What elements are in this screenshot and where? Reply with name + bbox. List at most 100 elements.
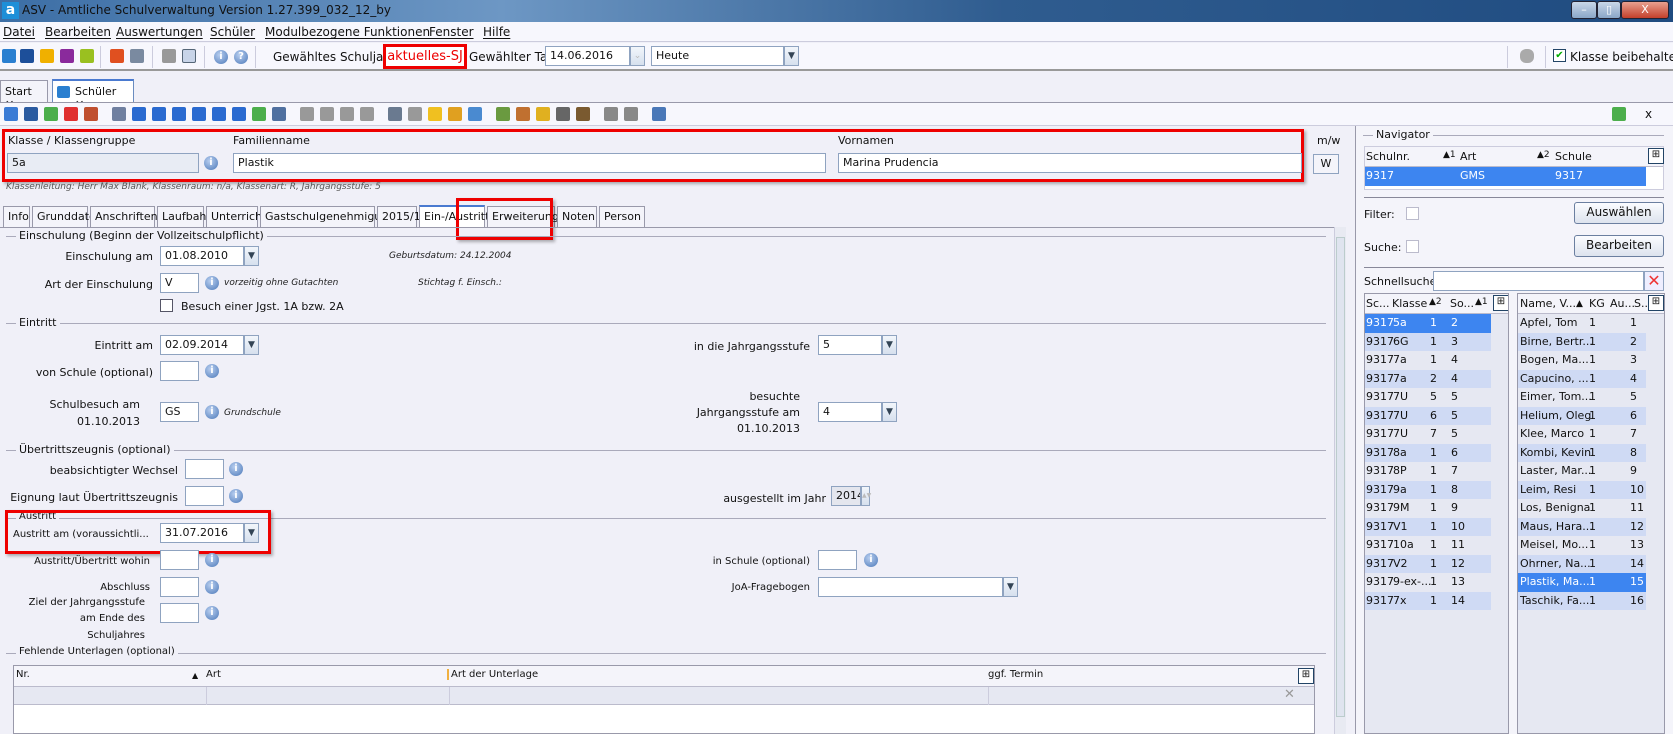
list-item[interactable]: 9317 5a 1 2	[1365, 314, 1491, 333]
calculator-icon[interactable]	[130, 49, 144, 63]
filter-row[interactable]: ✕	[14, 687, 1314, 705]
menu-bearbeiten[interactable]: Bearbeiten	[45, 25, 111, 39]
auswaehlen-button[interactable]: Auswählen	[1574, 202, 1664, 224]
list-item[interactable]: 9317 V2 1 12	[1365, 554, 1491, 573]
stamp-icon[interactable]	[556, 107, 570, 121]
clear-filter-icon[interactable]: ✕	[1284, 687, 1295, 702]
date-picker-button[interactable]: ▼	[244, 335, 259, 355]
list-item[interactable]: 9317 7U 7 5	[1365, 425, 1491, 444]
tab-laufbahn[interactable]: Laufbahn	[157, 206, 213, 227]
tab-person[interactable]: Person	[599, 206, 645, 227]
vornamen-field[interactable]: Marina Prudencia	[838, 153, 1302, 173]
bearbeiten-button[interactable]: Bearbeiten	[1574, 235, 1664, 257]
column-header-klasse[interactable]: Klasse	[1392, 297, 1427, 310]
mw-field[interactable]: W	[1313, 154, 1339, 174]
book-icon[interactable]	[576, 107, 590, 121]
sort-indicator[interactable]: ▲2	[1429, 297, 1442, 307]
suche-checkbox[interactable]	[1406, 240, 1419, 253]
person-icon[interactable]	[516, 107, 530, 121]
einschulung-am-input[interactable]: 01.08.2010	[160, 246, 244, 266]
klasse-beibehalten-checkbox[interactable]: ✔	[1553, 49, 1566, 62]
column-chooser-icon[interactable]: ⊞	[1648, 148, 1664, 164]
next-icon[interactable]	[192, 107, 206, 121]
column-chooser-icon[interactable]: ⊞	[1648, 295, 1664, 311]
list-item[interactable]: Maus, Hara... 1 12	[1518, 517, 1646, 536]
column-header-art-der-unterlage[interactable]: Art der Unterlage	[447, 669, 538, 680]
list-item[interactable]: 9317 7x 1 14	[1365, 591, 1491, 610]
list-item[interactable]: Los, Benigna 1 11	[1518, 499, 1646, 518]
klasse-field[interactable]: 5a	[7, 153, 199, 173]
list-item[interactable]: 9317 6G 1 3	[1365, 332, 1491, 351]
info-icon[interactable]: i	[229, 462, 243, 476]
table-icon[interactable]	[272, 107, 286, 121]
eignung-input[interactable]	[185, 486, 224, 506]
column-header-termin[interactable]: ggf. Termin	[988, 669, 1043, 680]
info-icon[interactable]: i	[205, 553, 219, 567]
list-item[interactable]: 9317 7a 2 4	[1365, 369, 1491, 388]
ziel-input[interactable]	[160, 603, 199, 623]
besuchte-jgst-select[interactable]: 4	[818, 402, 882, 422]
column-header-nr[interactable]: Nr.	[16, 669, 30, 680]
tab-grunddaten[interactable]: Grunddaten	[32, 206, 103, 227]
delete-all-icon[interactable]	[84, 107, 98, 121]
tools-icon[interactable]	[496, 107, 510, 121]
report-icon[interactable]	[60, 49, 74, 63]
schnellsuche-input[interactable]	[1433, 271, 1644, 291]
schuljahr-value[interactable]: aktuelles-SJ	[383, 44, 467, 69]
panel-close-button[interactable]: x	[1645, 107, 1652, 121]
book-icon[interactable]	[110, 49, 124, 63]
chevron-down-icon[interactable]: ▼	[882, 402, 897, 422]
copy-icon[interactable]	[340, 107, 354, 121]
info-icon[interactable]: i	[205, 405, 219, 419]
copy-icon[interactable]	[162, 49, 176, 63]
familienname-field[interactable]: Plastik	[233, 153, 826, 173]
list-item[interactable]: Apfel, Tom 1 1	[1518, 314, 1646, 333]
bulb-icon[interactable]	[428, 107, 442, 121]
list-item[interactable]: 9317 7U 5 5	[1365, 388, 1491, 407]
notes-icon[interactable]	[80, 49, 94, 63]
info-icon[interactable]: i	[864, 553, 878, 567]
list-item[interactable]: 9317 7a 1 4	[1365, 351, 1491, 370]
form-scrollbar[interactable]	[1334, 227, 1346, 734]
wohin-input[interactable]	[160, 550, 199, 570]
prev-icon[interactable]	[172, 107, 186, 121]
tab-info[interactable]: Info	[3, 206, 30, 227]
info-icon[interactable]: i	[205, 276, 219, 290]
menu-fenster[interactable]: Fenster	[429, 25, 474, 39]
date-picker-button[interactable]: ▼	[244, 246, 259, 266]
minimize-button[interactable]: –	[1571, 1, 1597, 19]
tab-noten[interactable]: Noten	[557, 206, 597, 227]
list-item[interactable]: Capucino, ... 1 4	[1518, 369, 1646, 388]
list-item[interactable]: Ohrner, Na... 1 14	[1518, 554, 1646, 573]
list-item[interactable]: 9317 V1 1 10	[1365, 517, 1491, 536]
column-chooser-icon[interactable]: ⊞	[1493, 295, 1508, 311]
chevron-down-icon[interactable]: ▼	[882, 335, 897, 355]
column-header-so[interactable]: So...	[1450, 297, 1474, 310]
eintritt-am-input[interactable]: 02.09.2014	[160, 335, 244, 355]
chevron-down-icon[interactable]: ▼	[784, 46, 799, 66]
list-item[interactable]: Plastik, Ma... 1 15	[1518, 573, 1646, 592]
list-item[interactable]: Laster, Mar... 1 9	[1518, 462, 1646, 481]
list-item[interactable]: 9317 9a 1 8	[1365, 480, 1491, 499]
tab-schueler[interactable]: Schüler ✕	[52, 79, 134, 111]
list-item[interactable]: 9317 8a 1 6	[1365, 443, 1491, 462]
new-icon[interactable]	[4, 107, 18, 121]
column-chooser-icon[interactable]: ⊞	[1298, 668, 1314, 684]
students-icon[interactable]	[2, 49, 16, 63]
list-item[interactable]: 9317 7U 6 5	[1365, 406, 1491, 425]
first-icon[interactable]	[132, 107, 146, 121]
info-icon[interactable]: i	[204, 156, 218, 170]
print-icon[interactable]	[388, 107, 402, 121]
column-header-art[interactable]: Art	[1460, 150, 1476, 163]
last-icon[interactable]	[232, 107, 246, 121]
list-item[interactable]: Birne, Bertr... 1 2	[1518, 332, 1646, 351]
list-item[interactable]: Helium, Oleg 1 6	[1518, 406, 1646, 425]
jahrgangsstufe-select[interactable]: 5	[818, 335, 882, 355]
prev-page-icon[interactable]	[152, 107, 166, 121]
tab-anschriften[interactable]: Anschriften	[90, 206, 158, 227]
schulbesuch-input[interactable]: GS	[160, 402, 199, 422]
filter-checkbox[interactable]	[1406, 207, 1419, 220]
spinner-arrows[interactable]: ▲▼	[861, 486, 871, 506]
info-icon[interactable]: i	[229, 489, 243, 503]
disk-icon[interactable]	[408, 107, 422, 121]
